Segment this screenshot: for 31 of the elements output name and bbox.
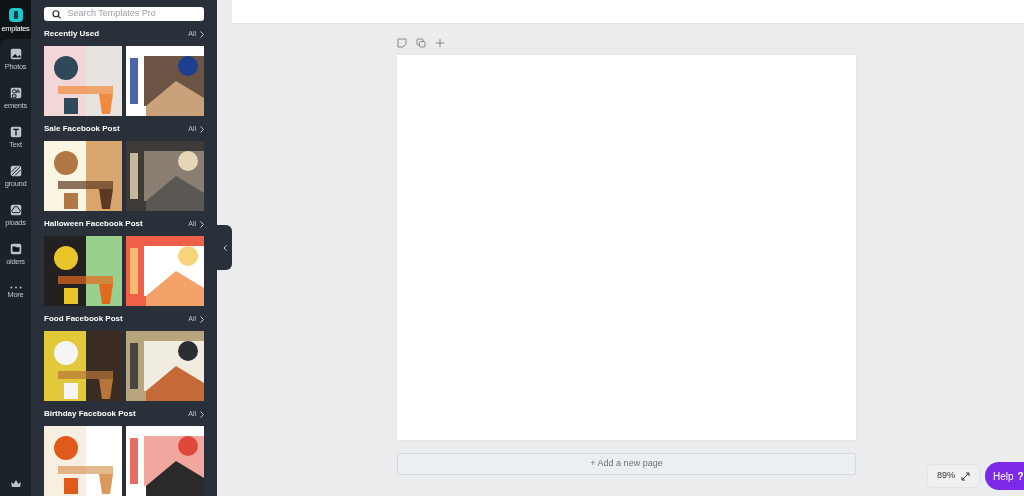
section-title: Recently Used bbox=[44, 28, 100, 40]
crown-icon[interactable] bbox=[10, 480, 21, 488]
chevron-right-icon bbox=[200, 410, 204, 418]
zoom-control[interactable]: 89% bbox=[927, 464, 980, 488]
search-field[interactable]: Search Templates Pro bbox=[44, 7, 204, 21]
note-icon[interactable] bbox=[397, 38, 407, 48]
more-icon bbox=[9, 286, 22, 290]
zoom-level: 89% bbox=[937, 469, 955, 483]
plus-icon[interactable] bbox=[435, 38, 445, 48]
chevron-left-icon bbox=[222, 244, 227, 251]
section-title: Birthday Facebook Post bbox=[44, 408, 136, 420]
photo-icon bbox=[8, 46, 23, 61]
search-icon bbox=[52, 8, 62, 20]
chevron-right-icon bbox=[200, 315, 204, 323]
chevron-right-icon bbox=[200, 125, 204, 133]
cloud-upload-icon bbox=[8, 202, 23, 217]
logo-icon bbox=[7, 6, 24, 23]
chevron-right-icon bbox=[200, 30, 204, 38]
collapse-tab[interactable] bbox=[217, 225, 232, 270]
chevron-right-icon bbox=[200, 220, 204, 228]
add-page-button[interactable]: + Add a new page bbox=[397, 453, 856, 475]
expand-icon[interactable] bbox=[961, 471, 970, 481]
shapes-icon bbox=[8, 85, 23, 100]
help-button[interactable]: Help ? bbox=[985, 462, 1024, 490]
section-title: Sale Facebook Post bbox=[44, 123, 120, 135]
text-icon bbox=[8, 124, 23, 139]
section-title: Halloween Facebook Post bbox=[44, 218, 143, 230]
copy-icon[interactable] bbox=[416, 38, 426, 48]
section-title: Food Facebook Post bbox=[44, 313, 123, 325]
folder-icon bbox=[8, 241, 23, 256]
hatch-icon bbox=[8, 163, 23, 178]
